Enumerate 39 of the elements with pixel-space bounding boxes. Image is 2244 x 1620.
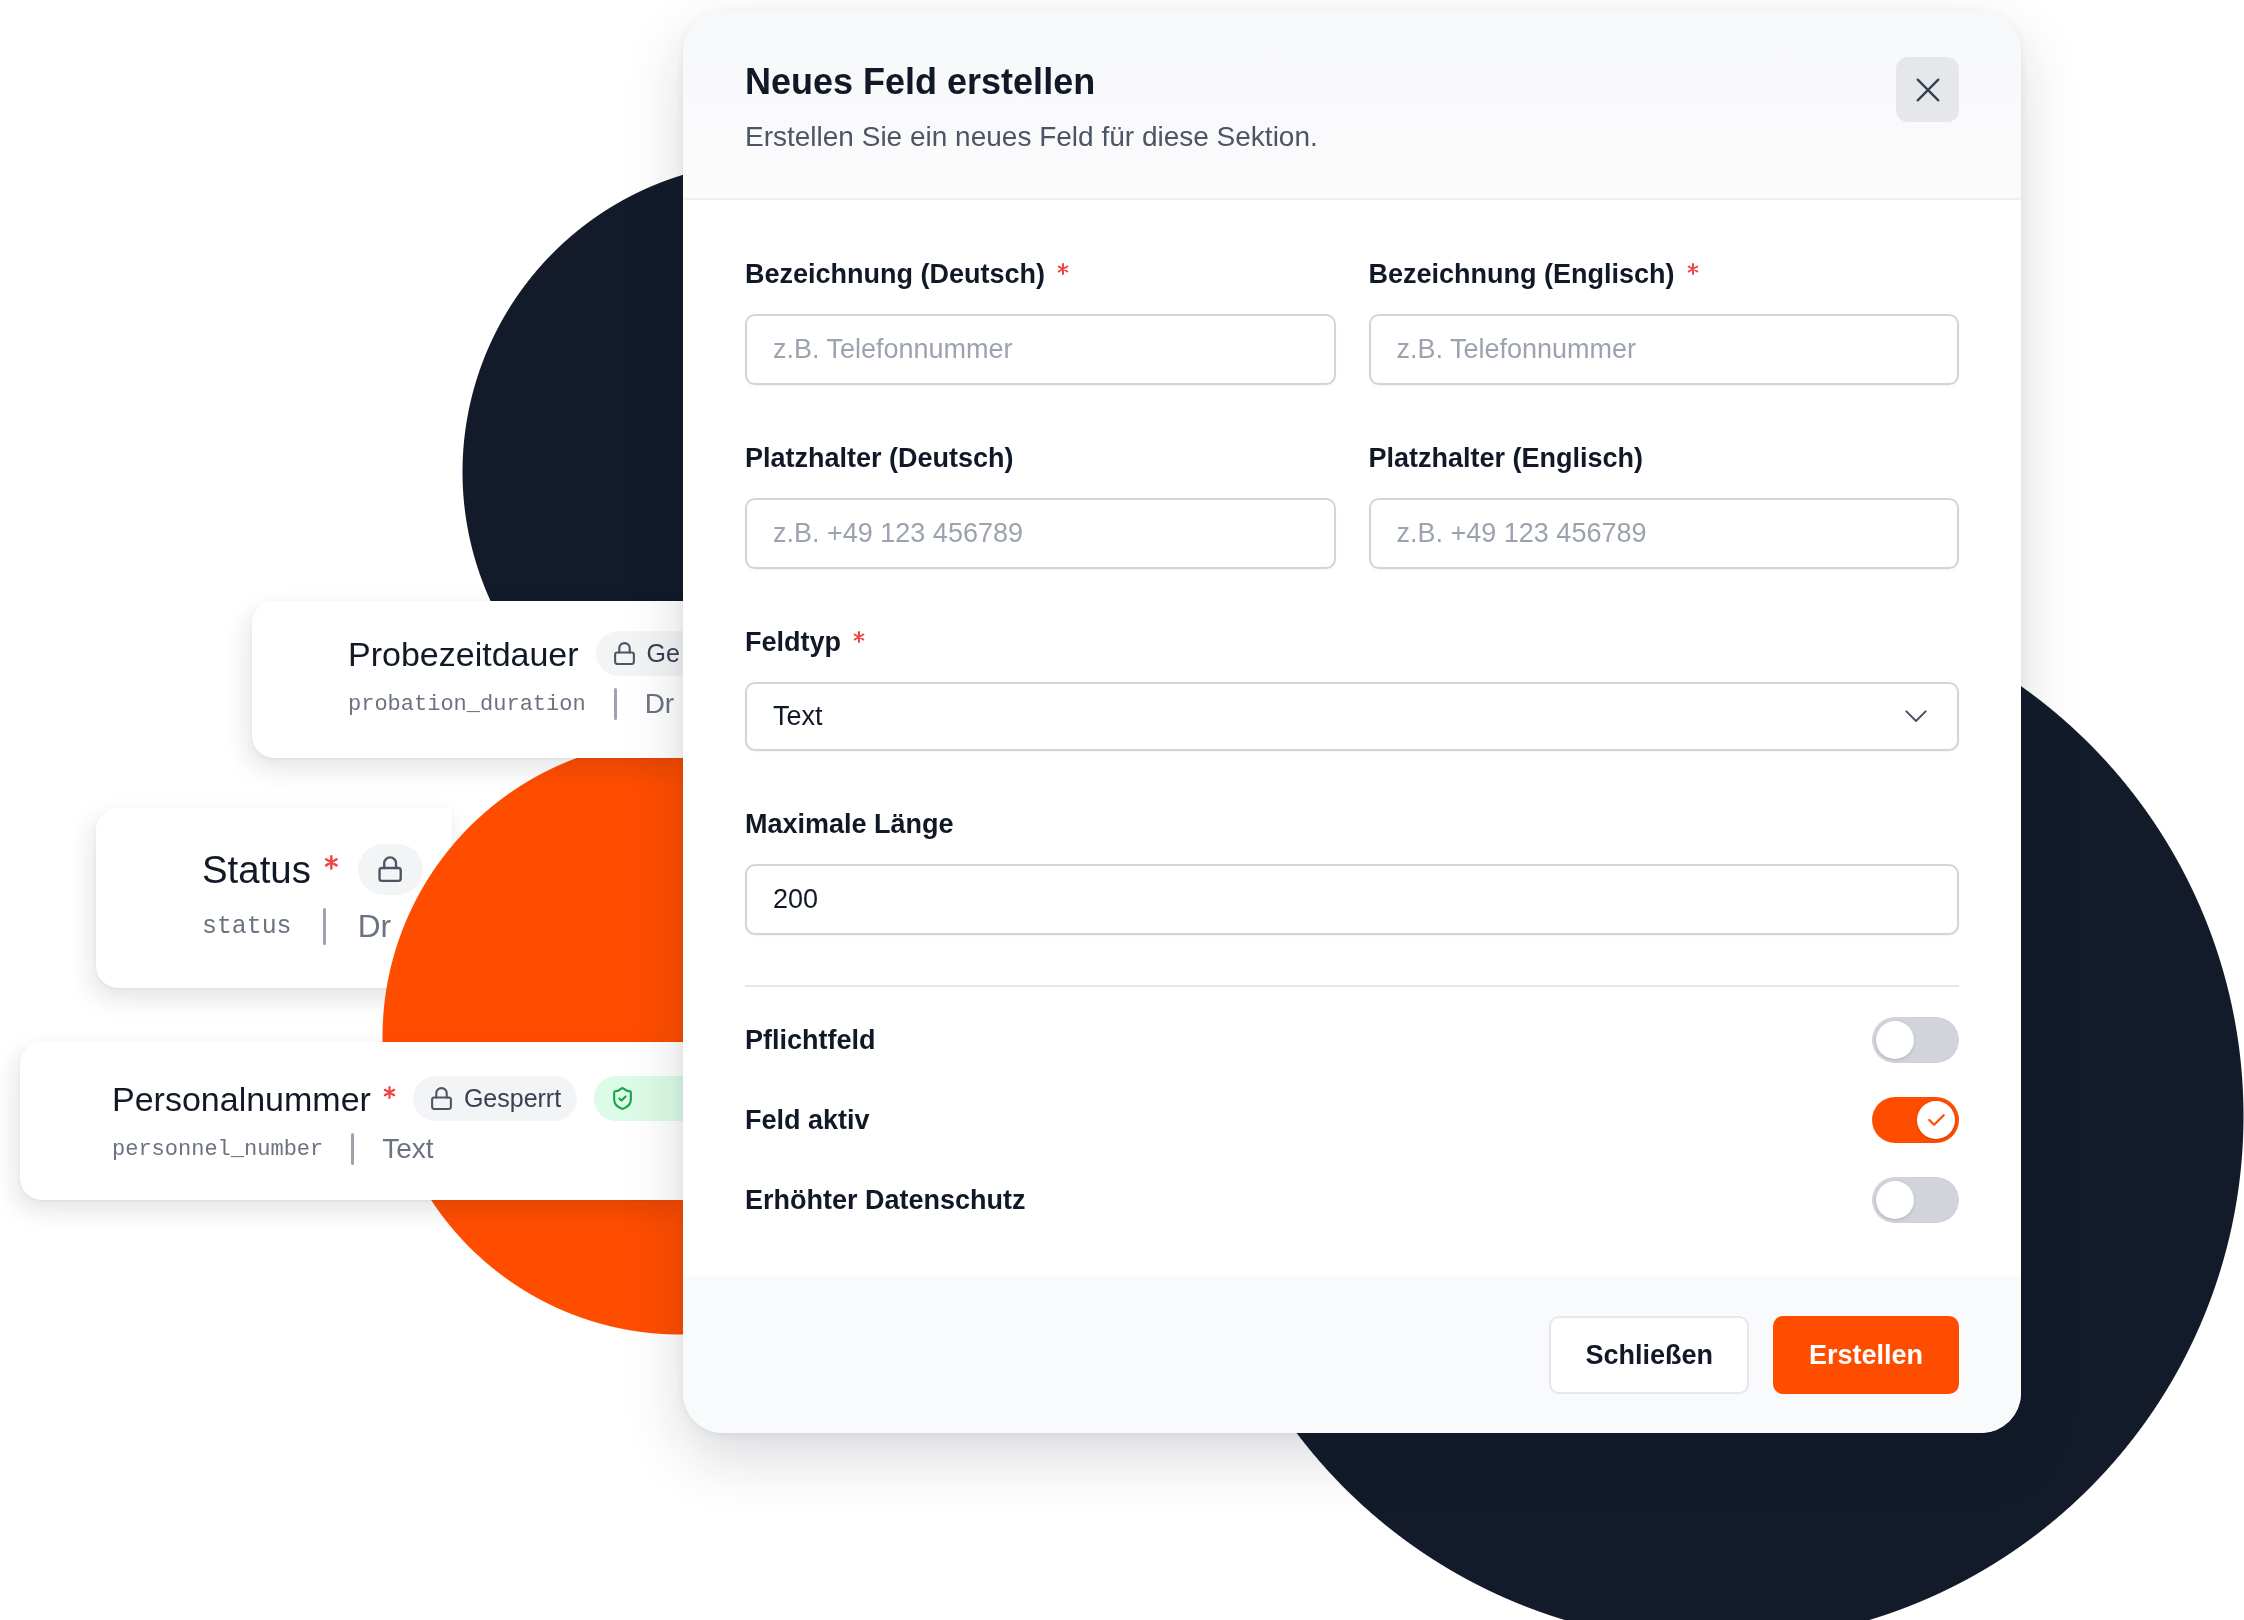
toggle-label: Feld aktiv	[745, 1104, 870, 1136]
field-key: personnel_number	[112, 1136, 324, 1162]
toggle-switch[interactable]	[1872, 1177, 1959, 1223]
select-field[interactable]: Text	[745, 682, 1959, 751]
toggle-label: Erhöhter Datenschutz	[745, 1184, 1026, 1216]
lock-icon	[611, 641, 637, 666]
input-field[interactable]: z.B. +49 123 456789	[1368, 498, 1959, 569]
lock-icon	[428, 1086, 454, 1111]
field-type: Dr	[357, 907, 392, 945]
dialog-subtitle: Erstellen Sie ein neues Feld für diese Sektion.	[745, 120, 1318, 154]
field-key: probation_duration	[348, 691, 586, 717]
field-title: Personalnummer	[112, 1078, 371, 1119]
input-field[interactable]: z.B. Telefonnummer	[745, 314, 1336, 385]
input-field[interactable]: z.B. +49 123 456789	[745, 498, 1336, 569]
field-label: Platzhalter (Deutsch)	[745, 442, 1014, 474]
input-field[interactable]: z.B. Telefonnummer	[1368, 314, 1959, 385]
check-icon	[1927, 1114, 1945, 1126]
field-type: Dr	[644, 688, 675, 720]
field-label: Maximale Länge	[745, 808, 954, 840]
toggle-switch[interactable]	[1872, 1097, 1959, 1143]
field-title: Probezeitdauer	[348, 633, 579, 674]
toggle-label: Pflichtfeld	[745, 1024, 876, 1056]
field-label: Bezeichnung (Englisch)	[1368, 258, 1675, 290]
toggle-switch[interactable]	[1872, 1017, 1959, 1063]
chevron-down-icon	[1905, 710, 1927, 723]
field-type: Text	[382, 1133, 434, 1165]
dialog-title: Neues Feld erstellen	[745, 60, 1096, 104]
field-label: Bezeichnung (Deutsch)	[745, 258, 1046, 290]
close-button[interactable]	[1896, 57, 1959, 122]
locked-label: Ge	[646, 641, 680, 666]
secondary-button[interactable]: Schließen	[1549, 1316, 1749, 1394]
field-key: status	[202, 912, 292, 941]
close-icon	[1915, 77, 1940, 102]
input-field[interactable]: 200	[745, 864, 1959, 935]
field-label: Feldtyp	[745, 626, 841, 658]
field-label: Platzhalter (Englisch)	[1368, 442, 1644, 474]
locked-label: Gesperrt	[463, 1086, 562, 1111]
field-title: Status	[202, 846, 311, 892]
lock-icon	[376, 855, 405, 884]
